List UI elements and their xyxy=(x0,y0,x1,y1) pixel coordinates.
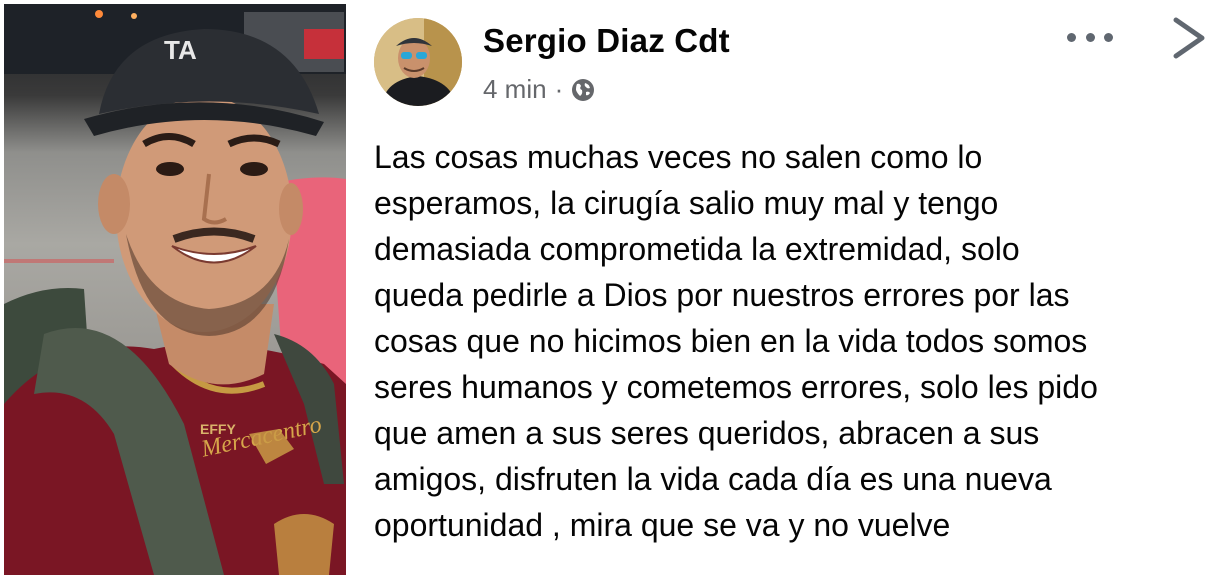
globe-glyph xyxy=(572,78,595,101)
light-dot xyxy=(131,13,137,19)
ear xyxy=(279,183,303,235)
post-text-line: Las cosas muchas veces no salen como lo xyxy=(374,139,983,175)
author-avatar[interactable] xyxy=(374,18,462,106)
post-text-line: que amen a sus seres queridos, abracen a… xyxy=(374,415,1040,451)
post-body: Las cosas muchas veces no salen como lo … xyxy=(374,134,1204,548)
post-meta: 4 min · xyxy=(483,74,595,105)
globe-circle xyxy=(572,78,595,101)
jersey-brand: EFFY xyxy=(200,421,236,437)
globe-icon[interactable] xyxy=(571,78,595,102)
eye xyxy=(156,162,184,176)
more-horizontal-icon[interactable] xyxy=(1065,20,1115,54)
post-text-line: esperamos, la cirugía salio muy mal y te… xyxy=(374,185,999,221)
close-icon[interactable] xyxy=(1168,14,1205,62)
more-dot xyxy=(1104,32,1113,42)
background-truck xyxy=(304,29,344,59)
post-text-line: oportunidad , mira que se va y no vuelve xyxy=(374,507,951,543)
post-timestamp[interactable]: 4 min xyxy=(483,74,547,105)
light-dot xyxy=(95,10,103,18)
more-dot xyxy=(1067,32,1076,42)
ear xyxy=(98,174,130,234)
post-text-line: queda pedirle a Dios por nuestros errore… xyxy=(374,277,1070,313)
selfie-illustration: TA Mercacentro EFFY xyxy=(4,4,346,575)
post-text-line: cosas que no hicimos bien en la vida tod… xyxy=(374,323,1088,359)
post-text-line: demasiada comprometida la extremidad, so… xyxy=(374,231,1020,267)
author-name[interactable]: Sergio Diaz Cdt xyxy=(483,22,730,60)
close-stroke xyxy=(1173,17,1205,59)
profile-photo[interactable]: TA Mercacentro EFFY xyxy=(4,4,346,575)
post-card: Sergio Diaz Cdt 4 min · Las cosas muchas… xyxy=(346,0,1205,579)
avatar-sunglasses-lens xyxy=(401,52,412,59)
more-dot xyxy=(1085,32,1095,42)
post-text-line: amigos, disfruten la vida cada día es un… xyxy=(374,461,1052,497)
eye xyxy=(240,162,268,176)
ground-marking xyxy=(4,259,114,263)
post-text-line: seres humanos y cometemos errores, solo … xyxy=(374,369,1098,405)
close-glyph xyxy=(1173,17,1205,59)
jersey-number xyxy=(274,514,334,575)
cap-logo: TA xyxy=(164,35,197,65)
avatar-image xyxy=(374,18,462,106)
meta-separator: · xyxy=(554,74,564,104)
avatar-sunglasses-lens xyxy=(416,52,427,59)
